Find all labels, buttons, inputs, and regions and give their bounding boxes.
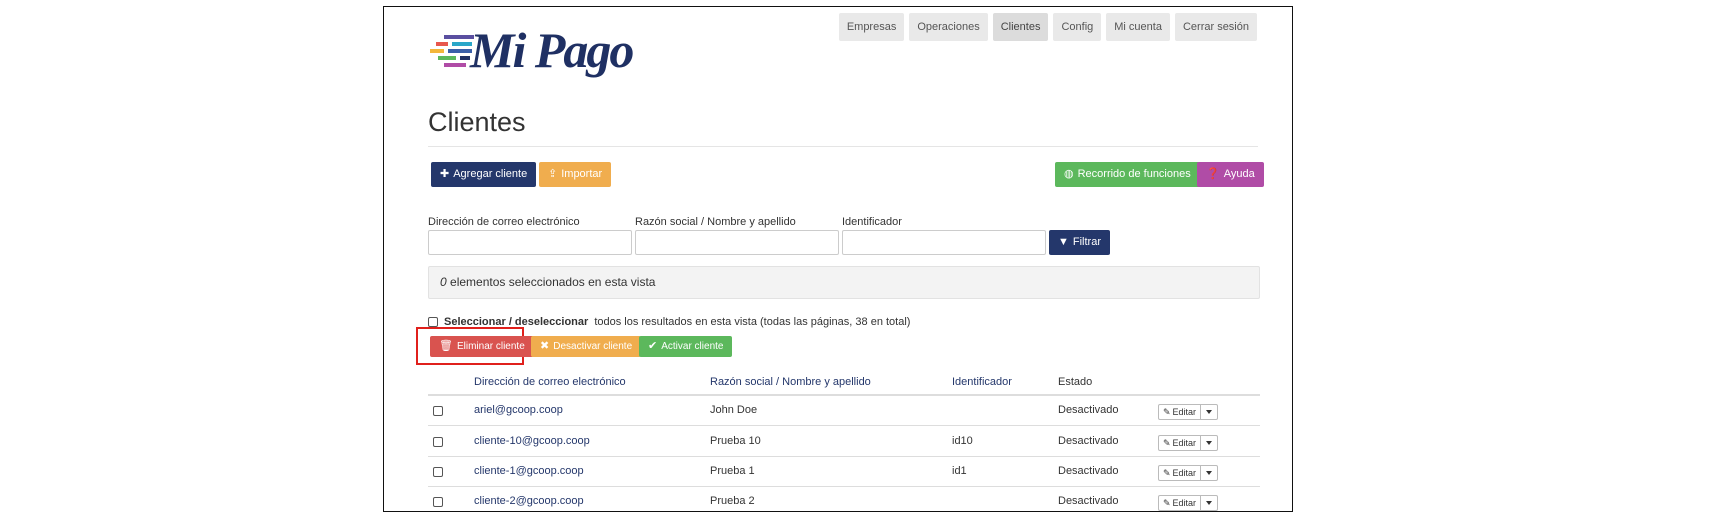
- import-label: Importar: [561, 168, 603, 180]
- edit-dropdown-toggle[interactable]: [1201, 404, 1219, 420]
- row-email[interactable]: ariel@gcoop.coop: [474, 404, 563, 416]
- pencil-icon: ✎: [1163, 498, 1171, 508]
- page-title: Clientes: [428, 107, 526, 137]
- caret-down-icon: [1206, 441, 1213, 445]
- row-state: Desactivado: [1058, 495, 1119, 507]
- row-state: Desactivado: [1058, 435, 1119, 447]
- caret-down-icon: [1206, 471, 1213, 475]
- edit-button-group: ✎ Editar: [1158, 404, 1219, 420]
- name-filter-input[interactable]: [635, 230, 839, 255]
- column-header-identifier[interactable]: Identificador: [952, 376, 1012, 388]
- delete-client-button[interactable]: 🗑 Eliminar cliente: [430, 336, 534, 357]
- caret-down-icon: [1206, 501, 1213, 505]
- row-name: Prueba 2: [710, 495, 755, 507]
- brand-logo[interactable]: Mi Pago: [430, 22, 650, 83]
- table-header-divider: [428, 394, 1260, 396]
- edit-label: Editar: [1172, 438, 1197, 448]
- row-checkbox[interactable]: [433, 467, 443, 477]
- edit-dropdown-toggle[interactable]: [1201, 495, 1219, 511]
- row-identifier: id1: [952, 465, 967, 477]
- edit-label: Editar: [1172, 468, 1197, 478]
- row-checkbox[interactable]: [433, 406, 443, 416]
- row-email[interactable]: cliente-2@gcoop.coop: [474, 495, 584, 507]
- edit-button[interactable]: ✎ Editar: [1158, 465, 1202, 481]
- brand-name: Mi Pago: [470, 22, 634, 78]
- question-circle-icon: ❓: [1206, 168, 1220, 180]
- selection-summary: 0 elementos seleccionados en esta vista: [428, 266, 1260, 299]
- trash-icon: 🗑: [439, 340, 453, 352]
- name-filter-label: Razón social / Nombre y apellido: [635, 216, 796, 228]
- x-icon: ✖: [540, 340, 550, 352]
- row-state: Desactivado: [1058, 404, 1119, 416]
- edit-label: Editar: [1172, 407, 1197, 417]
- select-all-checkbox[interactable]: [428, 317, 438, 327]
- id-filter-label: Identificador: [842, 216, 902, 228]
- nav-config[interactable]: Config: [1053, 13, 1102, 41]
- id-filter-input[interactable]: [842, 230, 1046, 255]
- feature-tour-label: Recorrido de funciones: [1077, 168, 1191, 180]
- add-client-button[interactable]: ✚ Agregar cliente: [431, 162, 537, 187]
- filter-button[interactable]: ▼ Filtrar: [1049, 230, 1110, 255]
- nav-cerrar-sesion[interactable]: Cerrar sesión: [1174, 13, 1257, 41]
- filter-label: Filtrar: [1072, 236, 1101, 248]
- delete-client-label: Eliminar cliente: [456, 341, 525, 352]
- pencil-icon: ✎: [1163, 468, 1171, 478]
- row-divider: [428, 486, 1260, 487]
- edit-dropdown-toggle[interactable]: [1201, 465, 1219, 481]
- column-header-email[interactable]: Dirección de correo electrónico: [474, 376, 626, 388]
- pencil-icon: ✎: [1163, 407, 1171, 417]
- nav-clientes[interactable]: Clientes: [992, 13, 1049, 41]
- column-header-name[interactable]: Razón social / Nombre y apellido: [710, 376, 871, 388]
- app-window: Mi Pago Empresas Operaciones Clientes Co…: [383, 6, 1293, 512]
- row-name: Prueba 10: [710, 435, 761, 447]
- check-icon: ✔: [648, 340, 658, 352]
- row-divider: [428, 456, 1260, 457]
- row-checkbox[interactable]: [433, 497, 443, 507]
- divider: [428, 146, 1258, 147]
- add-client-label: Agregar cliente: [453, 168, 528, 180]
- activate-client-label: Activar cliente: [661, 341, 724, 352]
- row-checkbox[interactable]: [433, 437, 443, 447]
- select-all-description: todos los resultados en esta vista (toda…: [594, 316, 911, 328]
- selected-text: elementos seleccionados en esta vista: [446, 275, 656, 289]
- plus-icon: ✚: [440, 168, 450, 180]
- caret-down-icon: [1206, 410, 1213, 414]
- row-email[interactable]: cliente-10@gcoop.coop: [474, 435, 590, 447]
- feature-tour-button[interactable]: ◍ Recorrido de funciones: [1055, 162, 1200, 187]
- import-button[interactable]: ⇪ Importar: [539, 162, 612, 187]
- row-divider: [428, 425, 1260, 426]
- email-filter-input[interactable]: [428, 230, 632, 255]
- edit-button[interactable]: ✎ Editar: [1158, 495, 1202, 511]
- selected-count: 0: [440, 275, 447, 289]
- top-nav: Empresas Operaciones Clientes Config Mi …: [838, 13, 1257, 41]
- help-button[interactable]: ❓ Ayuda: [1197, 162, 1264, 187]
- upload-icon: ⇪: [548, 168, 558, 180]
- globe-icon: ◍: [1064, 168, 1074, 180]
- row-state: Desactivado: [1058, 465, 1119, 477]
- deactivate-client-button[interactable]: ✖ Desactivar cliente: [531, 336, 642, 357]
- nav-mi-cuenta[interactable]: Mi cuenta: [1106, 13, 1170, 41]
- row-name: John Doe: [710, 404, 758, 416]
- email-filter-label: Dirección de correo electrónico: [428, 216, 580, 228]
- edit-button[interactable]: ✎ Editar: [1158, 435, 1202, 451]
- activate-client-button[interactable]: ✔ Activar cliente: [639, 336, 733, 357]
- help-label: Ayuda: [1223, 168, 1255, 180]
- row-email[interactable]: cliente-1@gcoop.coop: [474, 465, 584, 477]
- column-header-state: Estado: [1058, 376, 1093, 388]
- deactivate-client-label: Desactivar cliente: [553, 341, 633, 352]
- row-identifier: id10: [952, 435, 973, 447]
- edit-button-group: ✎ Editar: [1158, 465, 1219, 481]
- funnel-icon: ▼: [1058, 236, 1069, 248]
- edit-button-group: ✎ Editar: [1158, 495, 1219, 511]
- pencil-icon: ✎: [1163, 438, 1171, 448]
- nav-operaciones[interactable]: Operaciones: [909, 13, 988, 41]
- nav-empresas[interactable]: Empresas: [838, 13, 905, 41]
- edit-button[interactable]: ✎ Editar: [1158, 404, 1202, 420]
- edit-dropdown-toggle[interactable]: [1201, 435, 1219, 451]
- edit-label: Editar: [1172, 498, 1197, 508]
- row-name: Prueba 1: [710, 465, 755, 477]
- edit-button-group: ✎ Editar: [1158, 435, 1219, 451]
